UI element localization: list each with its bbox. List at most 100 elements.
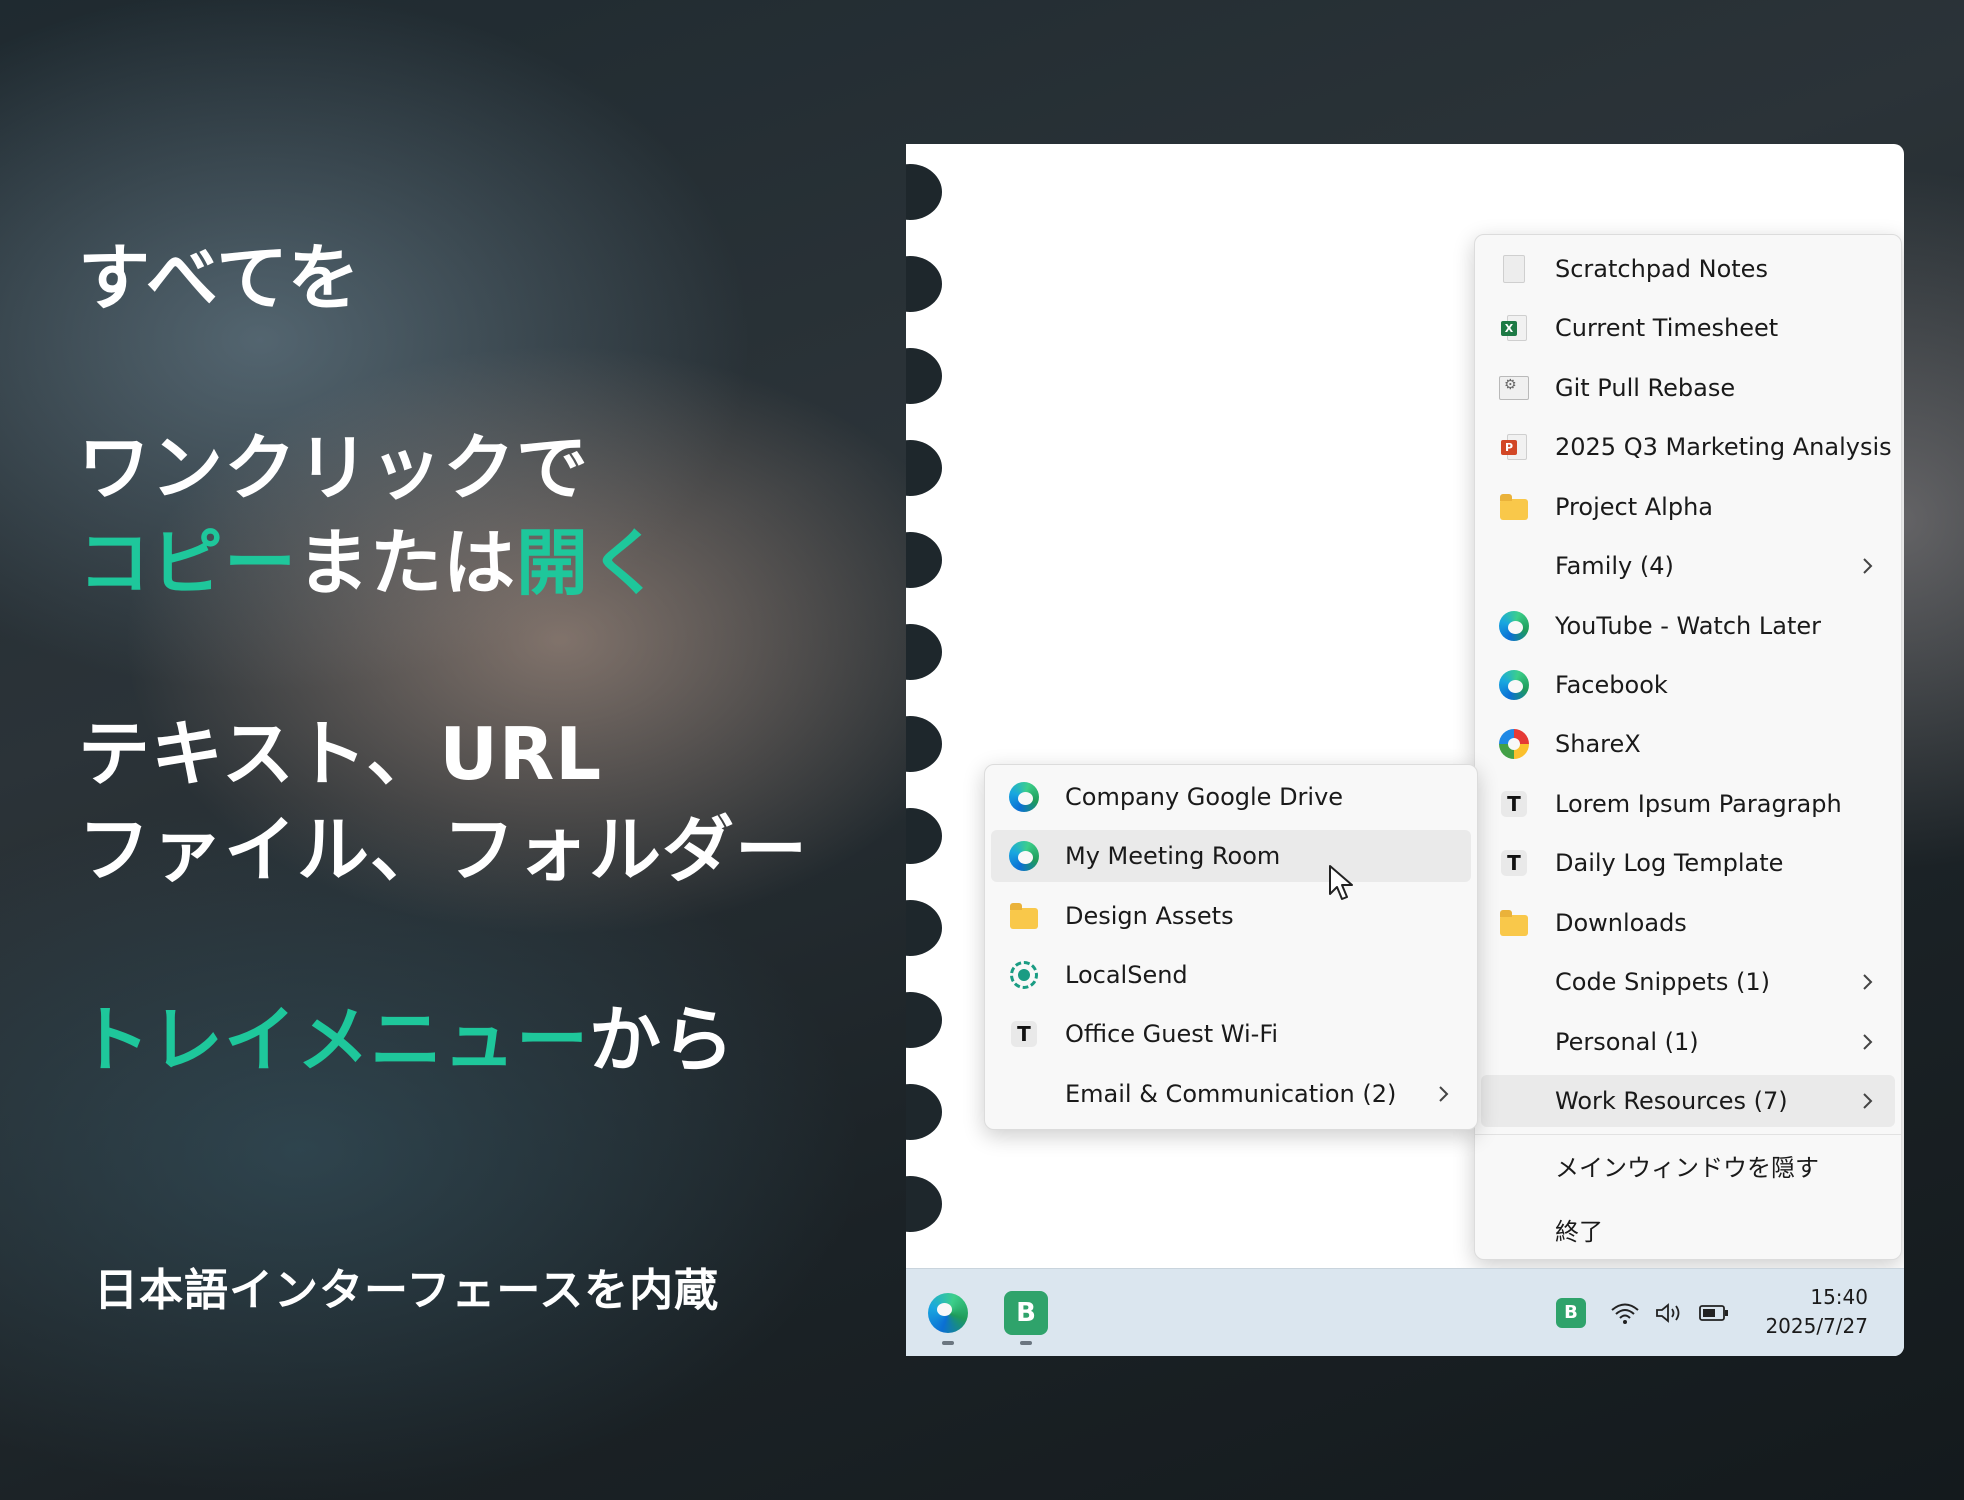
- submenu-item-localsend[interactable]: LocalSend: [991, 949, 1471, 1001]
- menu-item-label: Downloads: [1555, 909, 1687, 937]
- menu-item-label: Scratchpad Notes: [1555, 255, 1768, 283]
- submenu-item-office-guest-wifi[interactable]: T Office Guest Wi-Fi: [991, 1008, 1471, 1060]
- powerpoint-icon: P: [1499, 433, 1529, 461]
- perforation: [906, 1084, 942, 1140]
- menu-item-label: ShareX: [1555, 730, 1641, 758]
- perforation: [906, 348, 942, 404]
- text-icon: T: [1499, 790, 1529, 818]
- submenu-item-company-google-drive[interactable]: Company Google Drive: [991, 771, 1471, 823]
- chevron-right-icon: [1861, 969, 1875, 1001]
- text-icon: T: [1009, 1020, 1039, 1048]
- chevron-right-icon: [1861, 1029, 1875, 1061]
- menu-item-label: Email & Communication (2): [1065, 1080, 1397, 1108]
- localsend-icon: [1009, 961, 1039, 989]
- menu-item-label: My Meeting Room: [1065, 842, 1281, 870]
- menu-item-label: Git Pull Rebase: [1555, 374, 1736, 402]
- headline-line-5: ファイル、フォルダー: [78, 808, 809, 892]
- excel-icon: X: [1499, 314, 1529, 342]
- headline-accent-copy: コピー: [78, 521, 298, 605]
- perforation: [906, 992, 942, 1048]
- menu-item-personal[interactable]: Personal (1): [1481, 1016, 1895, 1068]
- menu-item-label: Code Snippets (1): [1555, 968, 1770, 996]
- menu-item-lorem-ipsum[interactable]: T Lorem Ipsum Paragraph: [1481, 778, 1895, 830]
- app-b-icon: B: [1016, 1298, 1036, 1328]
- taskbar-app-b-button[interactable]: B: [1004, 1291, 1048, 1335]
- mouse-cursor-icon: [1329, 865, 1353, 900]
- menu-item-marketing-analysis[interactable]: P 2025 Q3 Marketing Analysis: [1481, 421, 1895, 473]
- chevron-right-icon: [1437, 1081, 1451, 1113]
- menu-item-label: Lorem Ipsum Paragraph: [1555, 790, 1842, 818]
- menu-item-hide-main-window[interactable]: メインウィンドウを隠す: [1481, 1139, 1895, 1191]
- menu-item-scratchpad-notes[interactable]: Scratchpad Notes: [1481, 243, 1895, 295]
- volume-icon[interactable]: [1654, 1301, 1684, 1325]
- menu-separator: [1475, 1134, 1901, 1135]
- menu-item-code-snippets[interactable]: Code Snippets (1): [1481, 956, 1895, 1008]
- perforation: [906, 256, 942, 312]
- running-indicator: [942, 1341, 954, 1345]
- edge-icon: [1499, 611, 1529, 641]
- menu-item-label: YouTube - Watch Later: [1555, 612, 1821, 640]
- running-indicator: [1020, 1341, 1032, 1345]
- menu-item-label: 終了: [1555, 1217, 1603, 1246]
- menu-item-label: Daily Log Template: [1555, 849, 1784, 877]
- battery-icon[interactable]: [1698, 1302, 1730, 1324]
- headline-line-4: テキスト、URL: [78, 712, 603, 796]
- system-tray: B: [1556, 1269, 1730, 1356]
- menu-item-label: LocalSend: [1065, 961, 1188, 989]
- menu-item-sharex[interactable]: ShareX: [1481, 718, 1895, 770]
- perforation: [906, 1176, 942, 1232]
- perforation: [906, 716, 942, 772]
- perforation: [906, 624, 942, 680]
- submenu-item-design-assets[interactable]: Design Assets: [991, 890, 1471, 942]
- menu-item-current-timesheet[interactable]: X Current Timesheet: [1481, 302, 1895, 354]
- headline-line-2: ワンクリックで: [78, 426, 590, 510]
- headline-or: または: [297, 521, 517, 605]
- menu-item-project-alpha[interactable]: Project Alpha: [1481, 481, 1895, 533]
- edge-icon: [1009, 782, 1039, 812]
- headline-from: から: [589, 998, 736, 1082]
- perforation: [906, 164, 942, 220]
- menu-item-label: Design Assets: [1065, 902, 1234, 930]
- menu-item-label: Work Resources (7): [1555, 1087, 1788, 1115]
- menu-item-daily-log-template[interactable]: T Daily Log Template: [1481, 837, 1895, 889]
- folder-icon: [1499, 493, 1529, 521]
- work-resources-submenu: Company Google Drive My Meeting Room Des…: [984, 764, 1478, 1130]
- menu-item-label: Current Timesheet: [1555, 314, 1779, 342]
- menu-item-label: Project Alpha: [1555, 493, 1713, 521]
- app-b-tray-icon[interactable]: B: [1556, 1298, 1586, 1328]
- document-icon: [1499, 255, 1529, 283]
- taskbar: B B 15:40 2025/7/27: [906, 1268, 1904, 1356]
- menu-item-youtube-watch-later[interactable]: YouTube - Watch Later: [1481, 600, 1895, 652]
- taskbar-edge-button[interactable]: [926, 1291, 970, 1335]
- headline-accent-open: 開く: [516, 521, 663, 605]
- perforation: [906, 532, 942, 588]
- menu-item-git-pull-rebase[interactable]: Git Pull Rebase: [1481, 362, 1895, 414]
- menu-item-family[interactable]: Family (4): [1481, 540, 1895, 592]
- headline-line-3: コピーまたは開く: [78, 523, 662, 603]
- menu-item-label: 2025 Q3 Marketing Analysis: [1555, 433, 1892, 461]
- headline-line-1: すべてを: [78, 236, 361, 320]
- submenu-item-email-communication[interactable]: Email & Communication (2): [991, 1068, 1471, 1120]
- menu-item-label: Personal (1): [1555, 1028, 1699, 1056]
- chevron-right-icon: [1861, 553, 1875, 585]
- menu-item-label: Office Guest Wi-Fi: [1065, 1020, 1279, 1048]
- wifi-icon[interactable]: [1610, 1301, 1640, 1325]
- menu-item-downloads[interactable]: Downloads: [1481, 897, 1895, 949]
- menu-item-facebook[interactable]: Facebook: [1481, 659, 1895, 711]
- clock-time: 15:40: [1810, 1285, 1868, 1309]
- tray-context-menu: Scratchpad Notes X Current Timesheet Git…: [1474, 234, 1902, 1260]
- sharex-icon: [1499, 729, 1529, 759]
- folder-icon: [1009, 902, 1039, 930]
- menu-item-exit[interactable]: 終了: [1481, 1203, 1895, 1255]
- chevron-right-icon: [1861, 1088, 1875, 1120]
- edge-icon: [1009, 841, 1039, 871]
- clock-date: 2025/7/27: [1765, 1314, 1868, 1338]
- menu-item-label: Family (4): [1555, 552, 1674, 580]
- headline-line-6: トレイメニューから: [78, 1000, 735, 1080]
- taskbar-clock[interactable]: 15:40 2025/7/27: [1765, 1283, 1868, 1341]
- edge-icon: [928, 1293, 968, 1333]
- perforation: [906, 900, 942, 956]
- menu-item-work-resources[interactable]: Work Resources (7): [1481, 1075, 1895, 1127]
- submenu-item-my-meeting-room[interactable]: My Meeting Room: [991, 830, 1471, 882]
- batch-file-icon: [1499, 374, 1529, 402]
